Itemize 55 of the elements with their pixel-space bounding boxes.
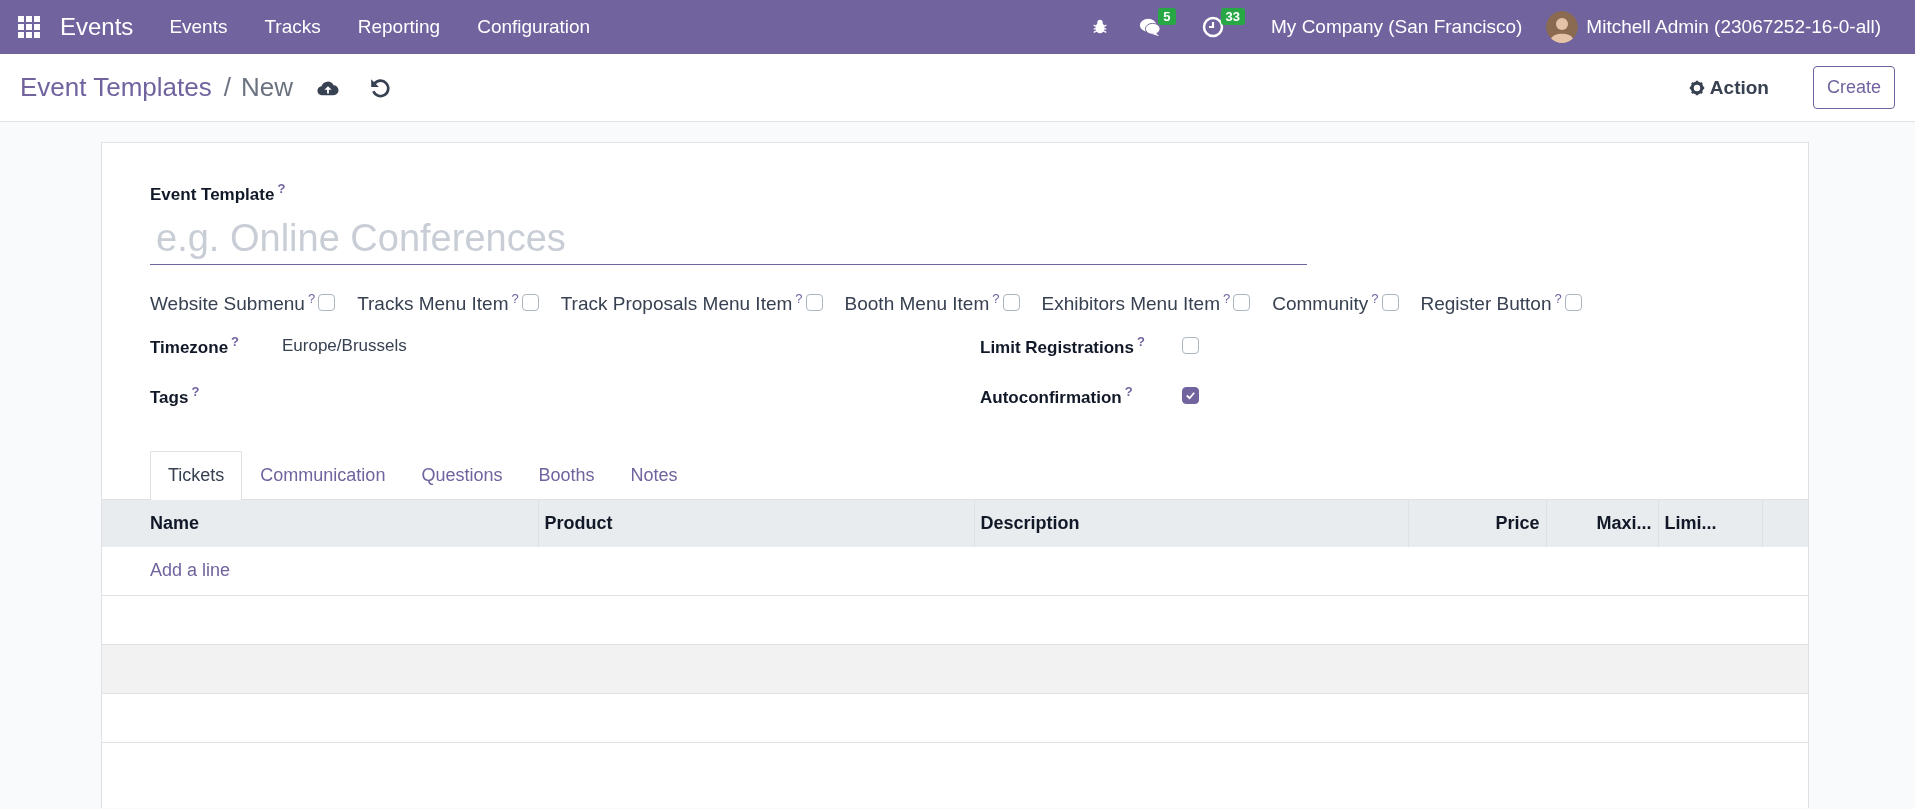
check-icon <box>1185 390 1196 402</box>
field-label: Register Button$^{?}$ <box>1420 290 1562 315</box>
field-label: Booth Menu Item$^{?}$ <box>844 290 1000 315</box>
chat-icon[interactable] <box>1139 16 1162 38</box>
menu-item[interactable]: Configuration <box>477 16 591 38</box>
column-header[interactable]: Maxi... <box>1546 499 1658 547</box>
undo-icon[interactable] <box>369 76 391 99</box>
checkbox[interactable] <box>805 294 823 312</box>
field-label: Timezone $^{?}$ <box>150 334 241 358</box>
field-label: Tags $^{?}$ <box>150 384 201 408</box>
checkbox[interactable] <box>1002 294 1020 312</box>
add-line-link[interactable]: Add a line <box>150 560 231 581</box>
field-label: Track Proposals Menu Item$^{?}$ <box>560 290 803 315</box>
checkbox[interactable] <box>521 294 539 312</box>
checkbox[interactable] <box>1182 387 1199 405</box>
apps-menu-icon[interactable] <box>18 16 40 38</box>
action-button[interactable]: Action <box>1682 75 1775 100</box>
breadcrumb-link[interactable]: Event Templates <box>20 72 212 103</box>
create-button[interactable]: Create <box>1812 66 1895 109</box>
company-switcher[interactable]: My Company (San Francisco) <box>1271 16 1523 38</box>
tab[interactable]: Booths <box>520 451 613 499</box>
tab[interactable]: Notes <box>612 451 696 499</box>
clock-icon[interactable] <box>1201 16 1224 38</box>
message-count-badge: 5 <box>1158 8 1176 25</box>
user-avatar-icon[interactable] <box>1546 11 1579 43</box>
field-label: Limit Registrations $^{?}$ <box>980 334 1146 358</box>
field-label: Community$^{?}$ <box>1272 290 1379 315</box>
column-header[interactable]: Name <box>102 499 538 547</box>
menu-item[interactable]: Events <box>169 16 228 38</box>
checkbox[interactable] <box>1564 294 1582 312</box>
settings-icon <box>1688 79 1705 96</box>
field-label: Exhibitors Menu Item$^{?}$ <box>1041 290 1231 315</box>
activity-count-badge: 33 <box>1220 8 1246 25</box>
field-label: Website Submenu$^{?}$ <box>150 290 316 315</box>
column-header[interactable]: Limi... <box>1658 499 1762 547</box>
tab[interactable]: Questions <box>403 451 521 499</box>
user-menu[interactable]: Mitchell Admin (23067252-16-0-all) <box>1586 16 1881 38</box>
tab[interactable]: Tickets <box>150 451 243 500</box>
column-header[interactable]: Product <box>538 499 974 547</box>
field-label: Tracks Menu Item$^{?}$ <box>357 290 519 315</box>
breadcrumb-separator: / <box>223 72 231 103</box>
menu-item[interactable]: Reporting <box>357 16 441 38</box>
column-header[interactable]: Price <box>1408 499 1546 547</box>
tab[interactable]: Communication <box>242 451 404 499</box>
checkbox[interactable] <box>1381 294 1399 312</box>
menu-item[interactable]: Tracks <box>264 16 321 38</box>
app-name[interactable]: Events <box>60 13 134 41</box>
checkbox[interactable] <box>1233 294 1251 312</box>
breadcrumb-current: New <box>241 72 293 103</box>
checkbox[interactable] <box>318 294 336 312</box>
checkbox[interactable] <box>1182 337 1199 355</box>
field-label: Autoconfirmation $^{?}$ <box>980 384 1134 408</box>
field-label: Event Template $^{?}$ <box>150 184 286 204</box>
field-value[interactable]: Europe/Brussels <box>282 336 407 356</box>
column-header[interactable]: Description <box>974 499 1408 547</box>
